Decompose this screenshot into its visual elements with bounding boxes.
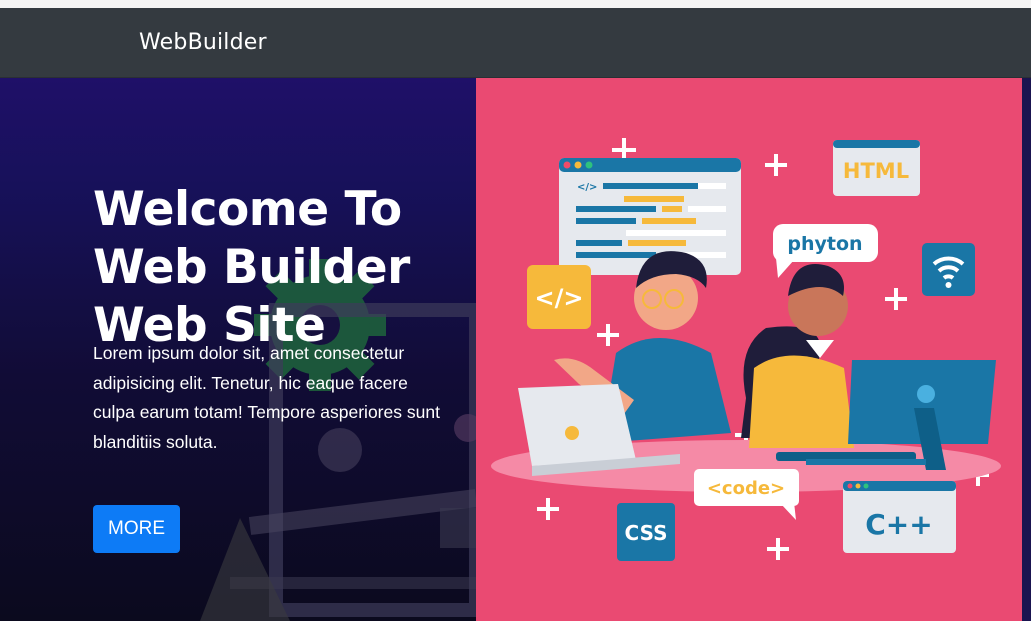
developers-illustration: </> HTML phyton </> <code> CSS C++ [491, 138, 1001, 561]
hero-left-panel: Welcome To Web Builder Web Site Lorem ip… [0, 78, 476, 621]
css-tile: CSS [617, 503, 675, 561]
css-label: CSS [625, 521, 668, 545]
more-button[interactable]: MORE [93, 505, 180, 553]
phyton-label: phyton [787, 233, 862, 255]
girl-figure [741, 264, 854, 448]
browser-top-strip [0, 0, 1031, 8]
wifi-icon [922, 243, 975, 296]
code-icon: </> [527, 265, 591, 329]
code-bubble: <code> [694, 469, 799, 520]
hero-section: Welcome To Web Builder Web Site Lorem ip… [0, 78, 1031, 621]
hero-title-line: Web Builder [93, 240, 410, 296]
navbar-brand[interactable]: WebBuilder [139, 30, 267, 55]
window-code-tag: </> [577, 182, 597, 193]
cpp-window: C++ [843, 481, 956, 553]
hero-right-edge [1022, 78, 1031, 621]
hero-title: Welcome To Web Builder Web Site [93, 181, 463, 355]
html-card: HTML [833, 140, 920, 196]
html-label: HTML [843, 159, 909, 183]
hero-description: Lorem ipsum dolor sit, amet consectetur … [93, 343, 440, 452]
navbar: WebBuilder [0, 8, 1031, 78]
hero-title-line: Welcome To [93, 182, 402, 238]
code-tag-label: </> [535, 284, 584, 312]
code-window: </> [559, 158, 741, 275]
hero-illustration-panel: </> HTML phyton </> <code> CSS C++ [476, 78, 1022, 621]
cpp-label: C++ [865, 508, 932, 541]
code-label: <code> [707, 478, 785, 499]
